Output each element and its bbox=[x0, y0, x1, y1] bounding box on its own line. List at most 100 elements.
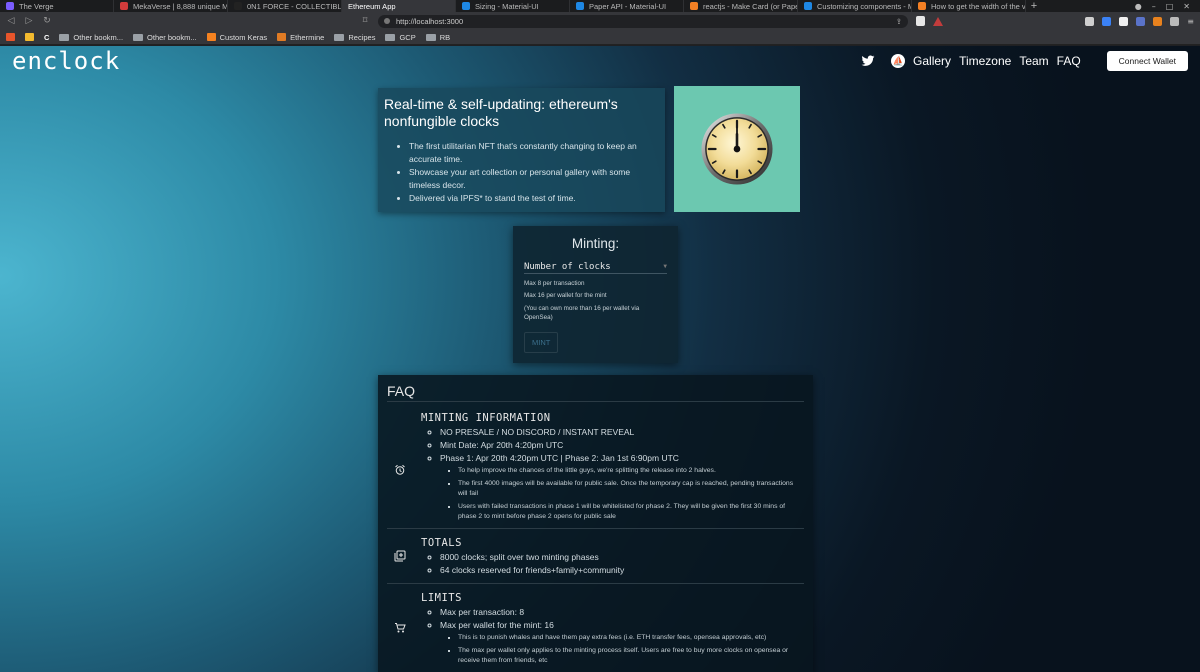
new-tab-button[interactable]: + bbox=[1026, 0, 1042, 12]
browser-tab[interactable]: Customizing components - Ma bbox=[798, 0, 912, 12]
number-of-clocks-select[interactable]: Number of clocks ▼ bbox=[524, 260, 667, 274]
folder-icon bbox=[425, 33, 436, 41]
share-icon[interactable]: ⇪ bbox=[896, 17, 902, 26]
faq-sublist: To help improve the chances of the littl… bbox=[440, 466, 804, 522]
bookmark-label: C bbox=[44, 32, 50, 42]
extension-icon[interactable] bbox=[1119, 16, 1129, 26]
bookmark-item[interactable] bbox=[6, 33, 15, 41]
page-content: enclock ⛵ Gallery Timezone Team FAQ Conn… bbox=[0, 46, 1200, 672]
library-add-icon bbox=[394, 547, 406, 562]
nav-team[interactable]: Team bbox=[1019, 54, 1048, 68]
faq-item-text: NO PRESALE / NO DISCORD / INSTANT REVEAL bbox=[440, 427, 635, 437]
faq-sublist: This is to punish whales and have them p… bbox=[440, 633, 804, 666]
twitter-icon[interactable] bbox=[861, 54, 875, 68]
tab-favicon-icon bbox=[6, 2, 14, 10]
reload-icon[interactable]: ↻ bbox=[42, 16, 52, 26]
hero-title: Real-time & self-updating: ethereum's no… bbox=[384, 96, 618, 129]
faq-sections: MINTING INFORMATION NO PRESALE / NO DISCO… bbox=[387, 412, 804, 666]
browser-tab[interactable]: 0N1 FORCE - COLLECTIBLE NF bbox=[228, 0, 342, 12]
browser-tab[interactable]: Ethereum App bbox=[342, 0, 456, 12]
maximize-icon[interactable]: □ bbox=[1166, 2, 1174, 11]
browser-tab[interactable]: The Verge bbox=[0, 0, 114, 12]
address-bar[interactable]: http://localhost:3000 ⇪ bbox=[378, 14, 908, 28]
dropdown-arrow-icon: ▼ bbox=[663, 263, 667, 270]
close-window-icon[interactable]: ✕ bbox=[1183, 2, 1190, 11]
profile-icon[interactable]: ● bbox=[1135, 2, 1142, 11]
tab-title: MekaVerse | 8,888 unique Me bbox=[133, 1, 228, 11]
minting-note: (You can own more than 16 per wallet via… bbox=[524, 305, 640, 321]
browser-tab[interactable]: Paper API - Material-UI bbox=[570, 0, 684, 12]
shopping-cart-icon bbox=[394, 619, 406, 633]
faq-subitem: The max per wallet only applies to the m… bbox=[458, 646, 804, 666]
bookmark-item[interactable]: Other bookm... bbox=[133, 33, 197, 42]
browser-tab[interactable]: Sizing - Material-UI bbox=[456, 0, 570, 12]
bookmark-favicon-icon bbox=[206, 33, 216, 41]
site-nav: ⛵ Gallery Timezone Team FAQ Connect Wall… bbox=[861, 51, 1188, 71]
browser-tab[interactable]: reactjs - Make Card (or Paper) bbox=[684, 0, 798, 12]
bookmark-item[interactable]: C bbox=[44, 33, 49, 42]
faq-card: FAQ MINTING INFORMATION NO PRESALE / NO D… bbox=[378, 375, 813, 672]
browser-tab[interactable]: MekaVerse | 8,888 unique Me bbox=[114, 0, 228, 12]
clock-image bbox=[701, 113, 773, 185]
faq-item-text: Max per transaction: 8 bbox=[440, 607, 525, 617]
tab-favicon-icon bbox=[234, 2, 242, 10]
alarm-clock-icon bbox=[394, 461, 406, 475]
faq-item-text: Max per wallet for the mint: 16 bbox=[440, 620, 554, 630]
extension-icon[interactable] bbox=[1085, 16, 1095, 26]
hero-bullet: Showcase your art collection or personal… bbox=[409, 166, 659, 192]
puzzle-icon[interactable] bbox=[1170, 16, 1180, 26]
bookmark-item[interactable]: Ethermine bbox=[277, 33, 324, 42]
bookmark-item[interactable]: Custom Keras bbox=[206, 33, 267, 42]
site-header: enclock ⛵ Gallery Timezone Team FAQ Conn… bbox=[0, 46, 1200, 76]
extension-icon[interactable] bbox=[1136, 16, 1146, 26]
menu-icon[interactable]: ≡ bbox=[1187, 17, 1194, 26]
minting-title: Minting: bbox=[571, 236, 620, 251]
minimize-icon[interactable]: – bbox=[1152, 2, 1156, 11]
metamask-icon[interactable] bbox=[1153, 16, 1163, 26]
forward-icon[interactable]: ▷ bbox=[24, 16, 34, 26]
bookmark-item[interactable]: Recipes bbox=[334, 33, 375, 42]
bookmark-favicon-icon bbox=[25, 33, 34, 41]
bookmark-label: Other bookm... bbox=[73, 32, 124, 42]
hero-bullet: Delivered via IPFS* to stand the test of… bbox=[409, 192, 659, 205]
hero-bullets: The first utilitarian NFT that's constan… bbox=[384, 140, 659, 205]
tab-favicon-icon bbox=[462, 2, 470, 10]
faq-title: FAQ bbox=[387, 383, 804, 402]
folder-icon bbox=[59, 33, 70, 41]
faq-subitem: Users with failed transactions in phase … bbox=[458, 502, 804, 522]
site-logo[interactable]: enclock bbox=[12, 47, 120, 75]
brave-shield-icon[interactable] bbox=[916, 16, 925, 26]
bookmark-icon[interactable]: ⌑ bbox=[360, 16, 370, 26]
back-icon[interactable]: ◁ bbox=[6, 16, 16, 26]
tab-title: The Verge bbox=[19, 1, 54, 11]
brave-rewards-icon[interactable] bbox=[933, 16, 943, 26]
bookmark-item[interactable]: RB bbox=[425, 33, 450, 42]
faq-item-text: 8000 clocks; split over two minting phas… bbox=[440, 552, 599, 562]
extension-icon[interactable] bbox=[1102, 16, 1112, 26]
connect-wallet-button[interactable]: Connect Wallet bbox=[1106, 51, 1188, 71]
nav-faq[interactable]: FAQ bbox=[1057, 54, 1081, 68]
site-info-icon[interactable] bbox=[384, 18, 390, 24]
bookmark-item[interactable]: GCP bbox=[385, 32, 416, 42]
faq-subitem: The first 4000 images will be available … bbox=[458, 479, 804, 499]
clock-preview bbox=[674, 86, 800, 212]
bookmark-item[interactable] bbox=[25, 33, 34, 41]
nav-gallery[interactable]: Gallery bbox=[913, 54, 951, 68]
bookmark-label: GCP bbox=[399, 32, 416, 42]
faq-item: Mint Date: Apr 20th 4:20pm UTC bbox=[440, 439, 804, 452]
browser-tab-bar: The Verge MekaVerse | 8,888 unique Me 0N1 … bbox=[0, 0, 1200, 12]
faq-item: 64 clocks reserved for friends+family+co… bbox=[440, 564, 804, 577]
bookmark-favicon-icon bbox=[6, 33, 15, 41]
faq-subitem: This is to punish whales and have them p… bbox=[458, 633, 804, 643]
tab-favicon-icon bbox=[918, 2, 926, 10]
opensea-icon[interactable]: ⛵ bbox=[891, 54, 906, 68]
faq-item: Max per transaction: 8 bbox=[440, 606, 804, 619]
faq-subitem: To help improve the chances of the littl… bbox=[458, 466, 804, 476]
address-bar-url: http://localhost:3000 bbox=[396, 16, 464, 26]
nav-timezone[interactable]: Timezone bbox=[959, 54, 1011, 68]
bookmark-label: Ethermine bbox=[290, 32, 325, 42]
mint-button[interactable]: MINT bbox=[524, 332, 559, 353]
minting-card: Minting: Number of clocks ▼ Max 8 per tr… bbox=[513, 226, 678, 363]
bookmark-item[interactable]: Other bookm... bbox=[59, 33, 123, 42]
browser-tab[interactable]: How to get the width of the v bbox=[912, 0, 1026, 12]
